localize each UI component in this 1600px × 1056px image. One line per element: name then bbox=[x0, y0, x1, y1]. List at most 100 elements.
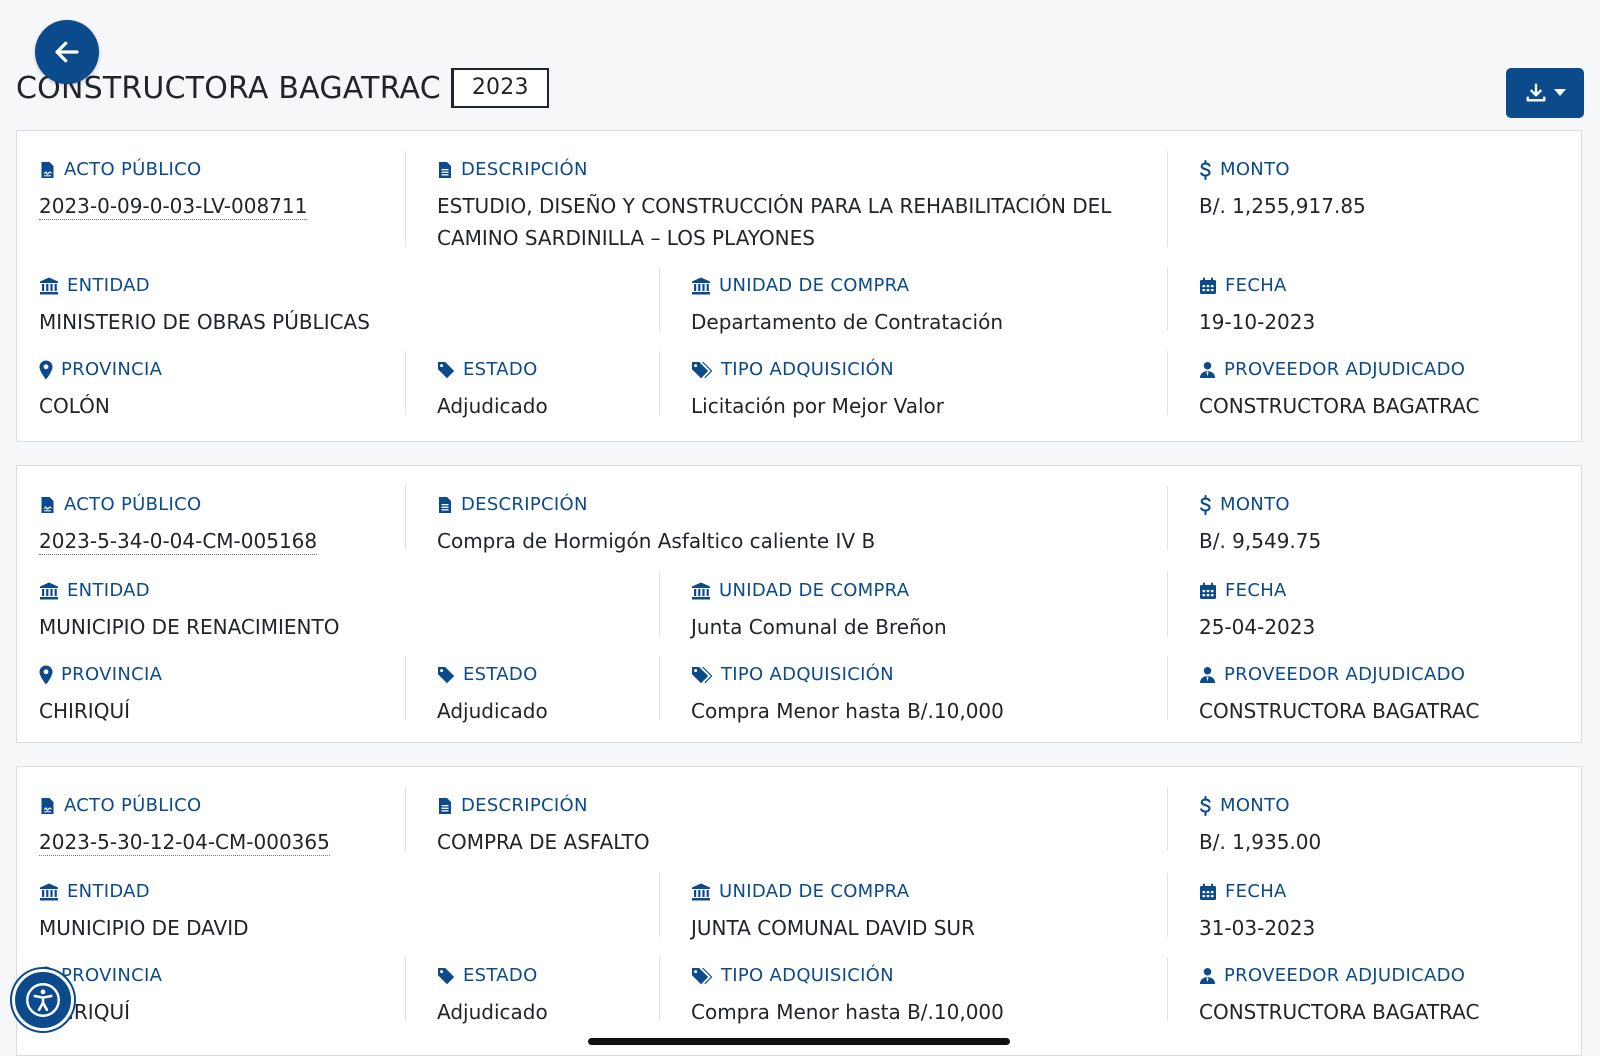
tag-icon bbox=[437, 967, 455, 985]
column-divider bbox=[405, 787, 406, 851]
bank-icon bbox=[39, 277, 59, 295]
file-text-icon bbox=[437, 797, 453, 815]
monto-field: MONTO B/. 9,549.75 bbox=[1199, 494, 1321, 557]
acto-publico-link[interactable]: 2023-0-09-0-03-LV-008711 bbox=[39, 193, 308, 220]
column-divider bbox=[405, 656, 406, 720]
acto-label-text: ACTO PÚBLICO bbox=[64, 159, 202, 180]
map-pin-icon bbox=[39, 665, 53, 685]
download-dropdown-button[interactable] bbox=[1506, 68, 1584, 118]
column-divider bbox=[1167, 151, 1168, 247]
column-divider bbox=[1167, 486, 1168, 550]
year-badge[interactable]: 2023 bbox=[450, 68, 549, 108]
tipo-label: TIPO ADQUISICIÓN bbox=[691, 359, 944, 381]
fecha-value: 19-10-2023 bbox=[1199, 310, 1316, 334]
unidad-field: UNIDAD DE COMPRA Junta Comunal de Breñon bbox=[691, 580, 947, 643]
descripcion-label-text: DESCRIPCIÓN bbox=[461, 159, 588, 180]
descripcion-value: ESTUDIO, DISEÑO Y CONSTRUCCIÓN PARA LA R… bbox=[437, 194, 1112, 250]
map-pin-icon bbox=[39, 360, 53, 380]
file-text-icon bbox=[437, 161, 453, 179]
proveedor-field: PROVEEDOR ADJUDICADO CONSTRUCTORA BAGATRA… bbox=[1199, 359, 1479, 422]
column-divider bbox=[659, 572, 660, 636]
fecha-field: FECHA 25-04-2023 bbox=[1199, 580, 1315, 643]
file-text-icon bbox=[437, 496, 453, 514]
estado-value: Adjudicado bbox=[437, 394, 548, 418]
unidad-label: UNIDAD DE COMPRA bbox=[691, 881, 975, 903]
acto-publico-link[interactable]: 2023-5-34-0-04-CM-005168 bbox=[39, 528, 318, 555]
procurement-card: ACTO PÚBLICO 2023-0-09-0-03-LV-008711 DESC… bbox=[16, 130, 1582, 442]
acto-publico-link[interactable]: 2023-5-30-12-04-CM-000365 bbox=[39, 829, 330, 856]
fecha-label: FECHA bbox=[1199, 580, 1315, 602]
acto-label-text: ACTO PÚBLICO bbox=[64, 494, 202, 515]
entidad-label-text: ENTIDAD bbox=[67, 580, 150, 601]
proveedor-value: CONSTRUCTORA BAGATRAC bbox=[1199, 699, 1480, 723]
user-tie-icon bbox=[1199, 967, 1216, 985]
unidad-label-text: UNIDAD DE COMPRA bbox=[719, 580, 910, 601]
entidad-value: MINISTERIO DE OBRAS PÚBLICAS bbox=[39, 310, 370, 334]
page-title: CONSTRUCTORA BAGATRAC 2023 bbox=[16, 66, 549, 110]
proveedor-field: PROVEEDOR ADJUDICADO CONSTRUCTORA BAGATRA… bbox=[1199, 664, 1479, 727]
procurement-card: ACTO PÚBLICO 2023-5-30-12-04-CM-000365 DES… bbox=[16, 766, 1582, 1056]
entidad-field: ENTIDAD MUNICIPIO DE RENACIMIENTO bbox=[39, 580, 339, 643]
fecha-field: FECHA 31-03-2023 bbox=[1199, 881, 1315, 944]
tipo-field: TIPO ADQUISICIÓN Compra Menor hasta B/.10… bbox=[691, 664, 1004, 727]
column-divider bbox=[659, 873, 660, 937]
column-divider bbox=[405, 151, 406, 247]
fecha-label-text: FECHA bbox=[1225, 580, 1287, 601]
column-divider bbox=[1167, 267, 1168, 331]
proveedor-label: PROVEEDOR ADJUDICADO bbox=[1199, 664, 1479, 686]
entidad-label: ENTIDAD bbox=[39, 275, 370, 297]
monto-label-text: MONTO bbox=[1220, 159, 1290, 180]
column-divider bbox=[405, 351, 406, 415]
entidad-label-text: ENTIDAD bbox=[67, 275, 150, 296]
descripcion-field: DESCRIPCIÓN COMPRA DE ASFALTO bbox=[437, 795, 1157, 858]
tipo-label-text: TIPO ADQUISICIÓN bbox=[721, 965, 894, 986]
unidad-value: Junta Comunal de Breñon bbox=[691, 615, 947, 639]
estado-label-text: ESTADO bbox=[463, 664, 538, 685]
tags-icon bbox=[691, 361, 713, 379]
unidad-label-text: UNIDAD DE COMPRA bbox=[719, 881, 910, 902]
unidad-value: Departamento de Contratación bbox=[691, 310, 1003, 334]
dollar-icon bbox=[1199, 495, 1212, 515]
provincia-field: PROVINCIA CHIRIQUÍ bbox=[39, 664, 162, 727]
bank-icon bbox=[39, 582, 59, 600]
user-tie-icon bbox=[1199, 666, 1216, 684]
monto-label: MONTO bbox=[1199, 494, 1321, 516]
fecha-label: FECHA bbox=[1199, 881, 1315, 903]
entidad-field: ENTIDAD MINISTERIO DE OBRAS PÚBLICAS bbox=[39, 275, 370, 338]
tags-icon bbox=[691, 967, 713, 985]
file-signature-icon bbox=[39, 161, 56, 179]
unidad-label-text: UNIDAD DE COMPRA bbox=[719, 275, 910, 296]
estado-label: ESTADO bbox=[437, 664, 548, 686]
tipo-value: Licitación por Mejor Valor bbox=[691, 394, 945, 418]
fecha-field: FECHA 19-10-2023 bbox=[1199, 275, 1315, 338]
monto-value: B/. 1,935.00 bbox=[1199, 830, 1322, 854]
estado-label: ESTADO bbox=[437, 359, 548, 381]
provincia-label-text: PROVINCIA bbox=[61, 664, 163, 685]
estado-label-text: ESTADO bbox=[463, 359, 538, 380]
acto-field: ACTO PÚBLICO 2023-5-34-0-04-CM-005168 bbox=[39, 494, 318, 555]
descripcion-field: DESCRIPCIÓN ESTUDIO, DISEÑO Y CONSTRUCCIÓ… bbox=[437, 159, 1157, 254]
fecha-value: 31-03-2023 bbox=[1199, 916, 1316, 940]
entidad-field: ENTIDAD MUNICIPIO DE DAVID bbox=[39, 881, 249, 944]
download-icon bbox=[1526, 83, 1545, 102]
acto-label: ACTO PÚBLICO bbox=[39, 795, 330, 817]
monto-label-text: MONTO bbox=[1220, 494, 1290, 515]
monto-field: MONTO B/. 1,255,917.85 bbox=[1199, 159, 1366, 222]
descripcion-value: COMPRA DE ASFALTO bbox=[437, 830, 650, 854]
accessibility-button[interactable] bbox=[12, 969, 74, 1031]
entidad-label: ENTIDAD bbox=[39, 580, 339, 602]
monto-label: MONTO bbox=[1199, 159, 1366, 181]
column-divider bbox=[1167, 351, 1168, 415]
descripcion-label: DESCRIPCIÓN bbox=[437, 159, 1157, 181]
back-button[interactable] bbox=[35, 20, 99, 84]
estado-label: ESTADO bbox=[437, 965, 548, 987]
entidad-label: ENTIDAD bbox=[39, 881, 249, 903]
monto-value: B/. 1,255,917.85 bbox=[1199, 194, 1366, 218]
estado-value: Adjudicado bbox=[437, 699, 548, 723]
tipo-label: TIPO ADQUISICIÓN bbox=[691, 965, 1004, 987]
proveedor-label: PROVEEDOR ADJUDICADO bbox=[1199, 359, 1479, 381]
estado-label-text: ESTADO bbox=[463, 965, 538, 986]
column-divider bbox=[1167, 656, 1168, 720]
monto-field: MONTO B/. 1,935.00 bbox=[1199, 795, 1321, 858]
tipo-value: Compra Menor hasta B/.10,000 bbox=[691, 1000, 1004, 1024]
